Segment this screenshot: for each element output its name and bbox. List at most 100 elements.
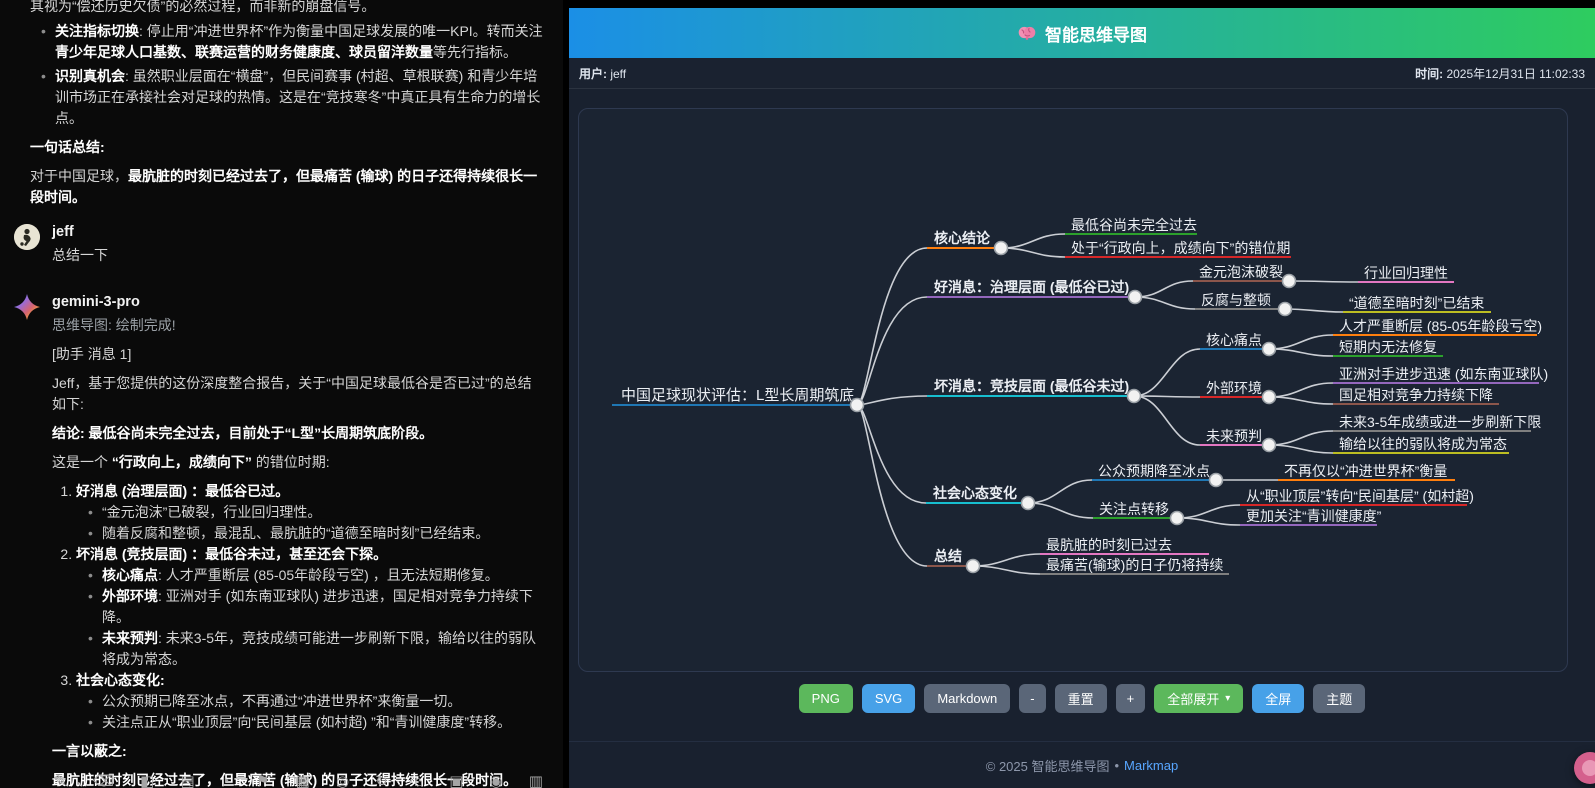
mindmap-node-label[interactable]: 未来预判	[1206, 428, 1262, 444]
node-toggle-circle[interactable]	[1022, 497, 1035, 510]
chat-paragraph-clipped: 其视为“偿还历史欠债”的必然过程，而非新的崩盘信号。	[30, 0, 543, 17]
node-toggle-circle[interactable]	[1263, 439, 1276, 452]
export-png-button[interactable]: PNG	[799, 684, 853, 713]
mindmap-node-label[interactable]: 最肮脏的时刻已过去	[1046, 537, 1172, 553]
list-title: 坏消息 (竞技层面) ：最低谷未过，甚至还会下探。	[76, 546, 387, 562]
expand-all-button[interactable]: 全部展开▾	[1154, 684, 1243, 713]
mindmap-node-label[interactable]: 反腐与整顿	[1201, 292, 1271, 308]
list-item: 识别真机会: 虽然职业层面在“横盘”，但民间赛事 (村超、草根联赛) 和青少年培…	[55, 66, 543, 129]
node-toggle-circle[interactable]	[995, 242, 1008, 255]
mindmap-node-label[interactable]: 不再仅以“冲进世界杯”衡量	[1284, 463, 1447, 479]
chat-input-toolbar-icons[interactable]: ✎ ⌫ ◧ ▤ ◔ ⚑ ▦ ◎ ↻ ⌂ ▣ ◉ ▥ ⊞ ❖ ✚	[54, 771, 563, 788]
mindmap-node-label[interactable]: 短期内无法修复	[1339, 339, 1437, 355]
app-footer: © 2025 智能思维导图 • Markmap	[569, 741, 1595, 788]
list-title: 社会心态变化:	[76, 672, 165, 688]
node-toggle-circle[interactable]	[1279, 303, 1292, 316]
summary-paragraph: 对于中国足球，最肮脏的时刻已经过去了，但最痛苦 (输球) 的日子还得持续很长一段…	[30, 166, 543, 208]
app-header: 智能思维导图	[569, 8, 1595, 58]
chevron-down-icon: ▾	[1225, 693, 1230, 704]
mindmap-node-label[interactable]: 核心痛点	[1206, 332, 1262, 348]
summary-text: 对于中国足球，	[30, 168, 128, 184]
assistant-conclusion: 结论: 最低谷尚未完全过去，目前处于“L型”长周期筑底阶段。	[52, 423, 543, 444]
mindmap-node-label[interactable]: 坏消息：竞技层面 (最低谷未过)	[934, 378, 1129, 394]
markmap-link[interactable]: Markmap	[1124, 758, 1178, 773]
user-name: jeff	[52, 222, 543, 243]
list-item: 外部环境: 亚洲对手 (如东南亚球队) 进步迅速，国足相对竞争力持续下降。	[102, 586, 543, 628]
mindmap-node-label[interactable]: 国足相对竞争力持续下降	[1339, 387, 1493, 403]
mindmap-app-panel: 智能思维导图 用户: jeff 时间: 2025年12月31日 11:02:33	[563, 0, 1595, 788]
list-item: 公众预期已降至冰点，不再通过“冲进世界杯”来衡量一切。	[102, 691, 543, 712]
bullet-text: : 虽然职业层面在“横盘”，但民间赛事 (村超、草根联赛) 和青少年培训市场正在…	[55, 68, 540, 126]
footer-separator: •	[1114, 758, 1119, 773]
list-item: 核心痛点: 人才严重断层 (85-05年龄段亏空) ，且无法短期修复。	[102, 565, 543, 586]
mindmap-svg: 中国足球现状评估：L型长周期筑底 核心结论 最低谷尚未完全过去 处于“行政向上，…	[579, 109, 1567, 671]
node-toggle-circle[interactable]	[1210, 474, 1223, 487]
mindmap-node-label[interactable]: 好消息：治理层面 (最低谷已过)	[933, 279, 1129, 295]
assistant-intro: Jeff，基于您提供的这份深度整合报告，关于“中国足球最低谷是否已过”的总结如下…	[52, 373, 543, 415]
mindmap-canvas[interactable]: 中国足球现状评估：L型长周期筑底 核心结论 最低谷尚未完全过去 处于“行政向上，…	[578, 108, 1568, 672]
mindmap-node-label[interactable]: 输给以往的弱队将成为常态	[1339, 436, 1507, 452]
fab-glyph	[1582, 760, 1595, 776]
mindmap-node-label[interactable]: 公众预期降至冰点	[1098, 463, 1210, 479]
mindmap-node-label[interactable]: “道德至暗时刻”已结束	[1349, 295, 1484, 311]
assistant-final-heading: 一言以蔽之:	[52, 741, 543, 762]
node-toggle-circle[interactable]	[967, 560, 980, 573]
mindmap-node-label[interactable]: 外部环境	[1206, 380, 1262, 396]
assistant-name: gemini-3-pro	[52, 292, 543, 313]
mindmap-node-label[interactable]: 处于“行政向上，成绩向下”的错位期	[1071, 240, 1290, 256]
mindmap-node-label[interactable]: 核心结论	[934, 230, 991, 246]
export-svg-button[interactable]: SVG	[862, 684, 915, 713]
time-info-value: 2025年12月31日 11:02:33	[1446, 67, 1585, 81]
mindmap-node-label[interactable]: 关注点转移	[1099, 501, 1169, 517]
list-item: 好消息 (治理层面) ：最低谷已过。 “金元泡沫”已破裂，行业回归理性。 随着反…	[76, 481, 543, 544]
node-toggle-circle[interactable]	[1171, 512, 1184, 525]
assistant-tag: [助手 消息 1]	[52, 344, 543, 365]
bullet-text: 等先行指标。	[433, 44, 517, 60]
mindmap-node-label[interactable]: 中国足球现状评估：L型长周期筑底	[621, 387, 854, 404]
theme-button[interactable]: 主题	[1313, 684, 1365, 713]
mindmap-node-label[interactable]: 未来3-5年成绩或进一步刷新下限	[1339, 414, 1541, 430]
chat-panel: 其视为“偿还历史欠债”的必然过程，而非新的崩盘信号。 关注指标切换: 停止用“冲…	[0, 0, 563, 788]
list-item: 社会心态变化: 公众预期已降至冰点，不再通过“冲进世界杯”来衡量一切。 关注点正…	[76, 670, 543, 733]
mindmap-node-label[interactable]: 人才严重断层 (85-05年龄段亏空)	[1339, 318, 1542, 334]
fullscreen-button[interactable]: 全屏	[1252, 684, 1304, 713]
assistant-numbered-list: 好消息 (治理层面) ：最低谷已过。 “金元泡沫”已破裂，行业回归理性。 随着反…	[52, 481, 543, 733]
brain-icon	[1017, 23, 1037, 43]
user-message-text: 总结一下	[52, 245, 543, 266]
node-toggle-circle[interactable]	[1128, 390, 1141, 403]
text-segment: 的错位时期:	[252, 454, 330, 470]
assistant-message: gemini-3-pro 思维导图: 绘制完成! [助手 消息 1] Jeff，…	[14, 292, 543, 788]
mindmap-node-label[interactable]: 最低谷尚未完全过去	[1071, 217, 1197, 233]
node-toggle-circle[interactable]	[1263, 391, 1276, 404]
app-title: 智能思维导图	[1045, 21, 1147, 46]
text-segment: 这是一个	[52, 454, 112, 470]
previous-assistant-message: 其视为“偿还历史欠债”的必然过程，而非新的崩盘信号。 关注指标切换: 停止用“冲…	[30, 0, 543, 208]
mindmap-node-label[interactable]: 金元泡沫破裂	[1199, 264, 1283, 280]
mindmap-node-label[interactable]: 从“职业顶层”转向“民间基层” (如村超)	[1246, 488, 1474, 504]
bullet-bold-text: 青少年足球人口基数、联赛运营的财务健康度、球员留洋数量	[55, 44, 433, 60]
list-item: 坏消息 (竞技层面) ：最低谷未过，甚至还会下探。 核心痛点: 人才严重断层 (…	[76, 544, 543, 670]
mindmap-node-label[interactable]: 总结	[934, 548, 962, 564]
bullet-lead: 识别真机会	[55, 68, 125, 84]
chat-bullet-list: 关注指标切换: 停止用“冲进世界杯”作为衡量中国足球发展的唯一KPI。转而关注青…	[30, 21, 543, 129]
list-item: “金元泡沫”已破裂，行业回归理性。	[102, 502, 543, 523]
assistant-status: 思维导图: 绘制完成!	[52, 315, 543, 336]
list-item: 关注指标切换: 停止用“冲进世界杯”作为衡量中国足球发展的唯一KPI。转而关注青…	[55, 21, 543, 63]
mindmap-node-label[interactable]: 最痛苦(输球)的日子仍将持续	[1046, 557, 1223, 573]
bullet-text: : 停止用“冲进世界杯”作为衡量中国足球发展的唯一KPI。转而关注	[139, 23, 543, 39]
node-toggle-circle[interactable]	[1129, 291, 1142, 304]
info-bar: 用户: jeff 时间: 2025年12月31日 11:02:33	[569, 58, 1595, 89]
node-toggle-circle[interactable]	[1283, 275, 1296, 288]
mindmap-node-label[interactable]: 更加关注“青训健康度”	[1246, 508, 1382, 524]
export-markdown-button[interactable]: Markdown	[924, 684, 1010, 713]
avatar	[14, 224, 40, 250]
mindmap-node-label[interactable]: 行业回归理性	[1364, 265, 1448, 281]
reset-button[interactable]: 重置	[1055, 684, 1107, 713]
node-toggle-circle[interactable]	[851, 399, 864, 412]
node-toggle-circle[interactable]	[1263, 343, 1276, 356]
zoom-out-button[interactable]: -	[1019, 684, 1045, 713]
summary-heading: 一句话总结:	[30, 137, 543, 158]
mindmap-node-label[interactable]: 社会心态变化	[932, 485, 1017, 501]
zoom-in-button[interactable]: +	[1116, 684, 1146, 713]
mindmap-node-label[interactable]: 亚洲对手进步迅速 (如东南亚球队)	[1339, 366, 1548, 382]
